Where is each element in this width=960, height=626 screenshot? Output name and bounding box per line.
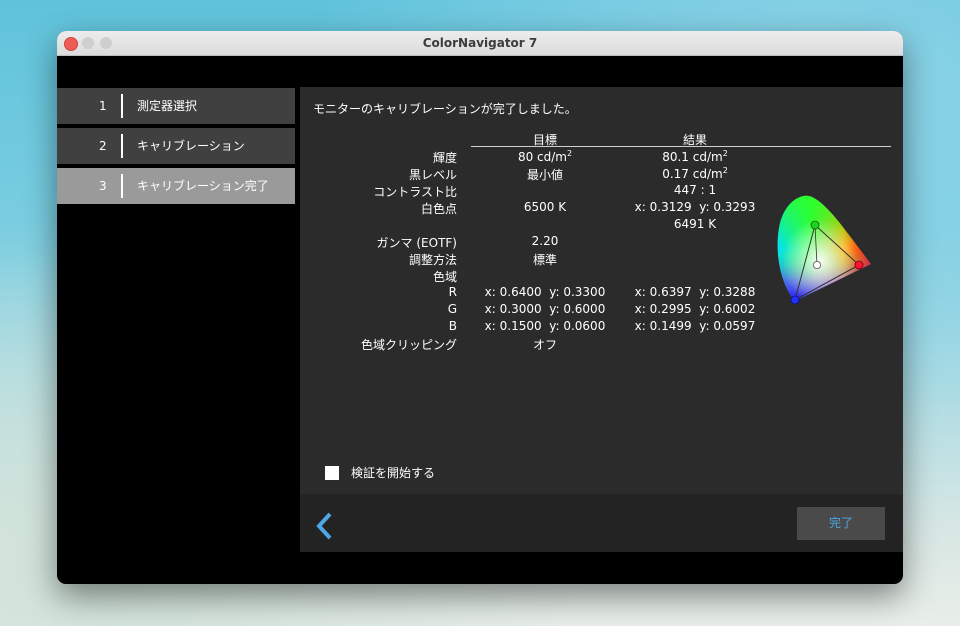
unit-exponent: 2	[566, 149, 573, 158]
white-point-label: 白色点	[420, 202, 457, 216]
blue-target-x: x: 0.1500	[484, 319, 542, 333]
chevron-left-icon[interactable]	[314, 511, 336, 541]
black-level-label: 黒レベル	[408, 168, 457, 182]
red-primary-point	[854, 260, 864, 270]
white-point-result-y: y: 0.3293	[699, 200, 756, 214]
footer-bar: 完了	[300, 494, 903, 552]
green-primary-target: x: 0.3000 y: 0.6000	[475, 302, 615, 316]
results-panel: モニターのキャリブレーションが完了しました。 目標 結果 輝度 80 cd/m2…	[300, 87, 903, 494]
contrast-label: コントラスト比	[373, 185, 457, 199]
step-divider	[121, 134, 123, 158]
black-level-result: 0.17 cd/m2	[615, 166, 775, 181]
step-number: 3	[99, 179, 107, 193]
method-target: 標準	[532, 253, 557, 267]
green-primary-point	[810, 220, 820, 230]
gamut-clipping-target: オフ	[532, 338, 557, 352]
step-item-1[interactable]: 1 測定器選択	[57, 88, 295, 124]
blue-primary-point	[790, 295, 800, 305]
step-label: キャリブレーション完了	[137, 179, 269, 193]
gamut-white-region	[777, 195, 871, 301]
window-title: ColorNavigator 7	[422, 36, 538, 50]
unit-exponent: 2	[722, 149, 728, 158]
blue-primary-result: x: 0.1499 y: 0.0597	[615, 319, 775, 333]
black-level-result-value: 0.17 cd/m	[662, 167, 723, 181]
blue-result-y: y: 0.0597	[699, 319, 756, 333]
white-point-target: 6500 K	[523, 200, 567, 214]
green-result-y: y: 0.6002	[699, 302, 756, 316]
red-result-x: x: 0.6397	[634, 285, 692, 299]
step-number: 2	[99, 139, 107, 153]
luminance-target: 80 cd/m2	[475, 149, 615, 164]
red-primary-target: x: 0.6400 y: 0.3300	[475, 285, 615, 299]
white-point-result-x: x: 0.3129	[634, 200, 692, 214]
step-item-3[interactable]: 3 キャリブレーション完了	[57, 168, 295, 204]
done-button[interactable]: 完了	[797, 507, 885, 540]
green-primary-label: G	[447, 302, 457, 316]
black-level-target: 最小値	[526, 168, 563, 182]
red-primary-label: R	[448, 285, 457, 299]
step-divider	[121, 94, 123, 118]
verify-checkbox[interactable]	[325, 466, 339, 480]
contrast-result: 447 : 1	[673, 183, 717, 197]
white-point-result-xy: x: 0.3129 y: 0.3293	[615, 200, 775, 214]
white-point-marker	[813, 261, 822, 270]
title-bar: ColorNavigator 7	[57, 31, 903, 56]
green-result-x: x: 0.2995	[634, 302, 692, 316]
blue-primary-label: B	[448, 319, 457, 333]
red-target-y: y: 0.3300	[549, 285, 606, 299]
gamut-label: 色域	[432, 270, 457, 284]
method-label: 調整方法	[408, 253, 457, 267]
red-target-x: x: 0.6400	[484, 285, 542, 299]
gamut-clipping-label: 色域クリッピング	[360, 338, 457, 352]
green-target-x: x: 0.3000	[484, 302, 542, 316]
gamma-label: ガンマ (EOTF)	[376, 236, 457, 250]
unit-exponent: 2	[722, 166, 728, 175]
step-label: 測定器選択	[137, 99, 198, 113]
red-result-y: y: 0.3288	[699, 285, 756, 299]
luminance-target-value: 80 cd/m	[517, 150, 567, 164]
white-point-result-k: 6491 K	[673, 217, 717, 231]
verify-checkbox-label[interactable]: 検証を開始する	[351, 466, 435, 480]
luminance-result-value: 80.1 cd/m	[662, 150, 723, 164]
blue-result-x: x: 0.1499	[634, 319, 692, 333]
blue-target-y: y: 0.0600	[549, 319, 606, 333]
step-item-2[interactable]: 2 キャリブレーション	[57, 128, 295, 164]
green-target-y: y: 0.6000	[549, 302, 606, 316]
red-primary-result: x: 0.6397 y: 0.3288	[615, 285, 775, 299]
step-divider	[121, 174, 123, 198]
green-primary-result: x: 0.2995 y: 0.6002	[615, 302, 775, 316]
completion-message: モニターのキャリブレーションが完了しました。	[313, 102, 577, 116]
luminance-result: 80.1 cd/m2	[615, 149, 775, 164]
cie-gamut-diagram-icon	[777, 195, 871, 305]
header-divider	[471, 146, 891, 147]
luminance-label: 輝度	[432, 151, 457, 165]
gamma-target: 2.20	[531, 234, 559, 248]
blue-primary-target: x: 0.1500 y: 0.0600	[475, 319, 615, 333]
app-window: ColorNavigator 7 1 測定器選択 2 キャリブレーション 3 キ…	[57, 31, 903, 584]
step-label: キャリブレーション	[137, 139, 245, 153]
step-number: 1	[99, 99, 107, 113]
